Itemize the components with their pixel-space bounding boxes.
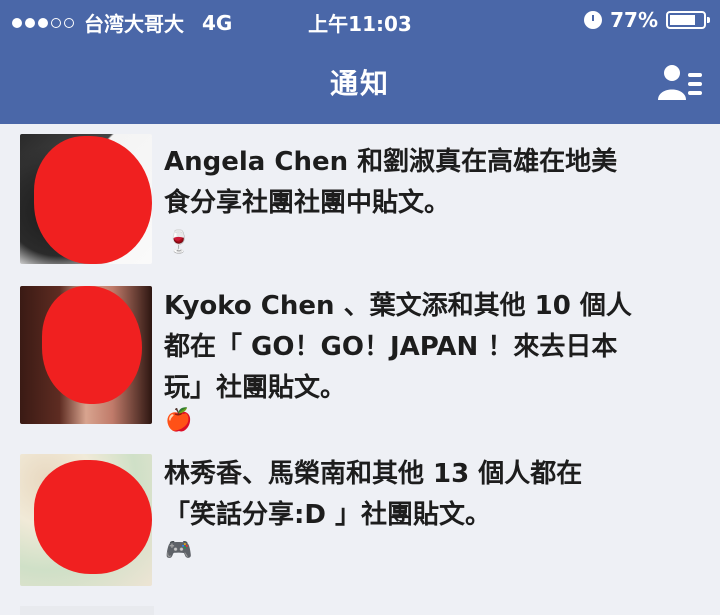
alarm-icon — [584, 11, 603, 29]
notification-text: 林秀香、馬榮南和其他 13 個人都在 「笑話分享:D 」社團貼文。 — [164, 454, 704, 536]
friend-requests-button[interactable] — [656, 62, 706, 102]
navigation-bar: 通知 — [0, 40, 720, 124]
wine-glass-icon: 🍷 — [165, 230, 193, 255]
notification-item[interactable]: 林秀香、馬榮南和其他 13 個人都在 「笑話分享:D 」社團貼文。 🎮 — [0, 446, 720, 604]
notification-line-2: 食分享社團社團中貼文。 — [164, 188, 451, 218]
avatar[interactable] — [20, 286, 152, 424]
battery-icon — [666, 11, 710, 29]
notification-line-2: 「笑話分享:D 」社團貼文。 — [164, 500, 492, 530]
notification-line-1: 、葉文添和其他 10 個人 — [334, 291, 632, 321]
notification-item[interactable]: Kyoko Chen 、葉文添和其他 10 個人 都在「 GO！GO！JAPAN… — [0, 278, 720, 446]
status-right: 77% — [584, 8, 710, 32]
notification-actor[interactable]: Kyoko Chen — [164, 291, 335, 321]
battery-cap — [707, 17, 710, 23]
notification-text: Angela Chen 和劉淑真在高雄在地美 食分享社團社團中貼文。 — [164, 142, 704, 224]
battery-fill — [670, 15, 695, 25]
page-title: 通知 — [329, 67, 390, 100]
apple-icon: 🍎 — [165, 408, 193, 433]
notification-list: Angela Chen 和劉淑真在高雄在地美 食分享社團社團中貼文。 🍷 Kyo… — [0, 124, 720, 604]
avatar[interactable] — [20, 454, 152, 586]
notification-line-3: 玩」社團貼文。 — [164, 373, 347, 403]
friends-list-icon — [658, 65, 702, 100]
notification-text: Kyoko Chen 、葉文添和其他 10 個人 都在「 GO！GO！JAPAN… — [164, 286, 704, 409]
battery-percent: 77% — [610, 8, 658, 32]
notification-line-1: 林秀香、馬榮南和其他 13 個人都在 — [164, 459, 583, 489]
status-bar: 台湾大哥大 4G 上午11:03 77% — [0, 0, 720, 40]
notification-line-2: 都在「 GO！GO！JAPAN ！來去日本 — [164, 332, 618, 362]
next-item-edge — [20, 606, 154, 615]
game-controller-icon: 🎮 — [165, 538, 193, 563]
notification-actor[interactable]: Angela Chen — [164, 147, 348, 177]
notification-line-1: 和劉淑真在高雄在地美 — [348, 147, 618, 177]
avatar[interactable] — [20, 134, 152, 264]
notification-item[interactable]: Angela Chen 和劉淑真在高雄在地美 食分享社團社團中貼文。 🍷 — [0, 124, 720, 278]
